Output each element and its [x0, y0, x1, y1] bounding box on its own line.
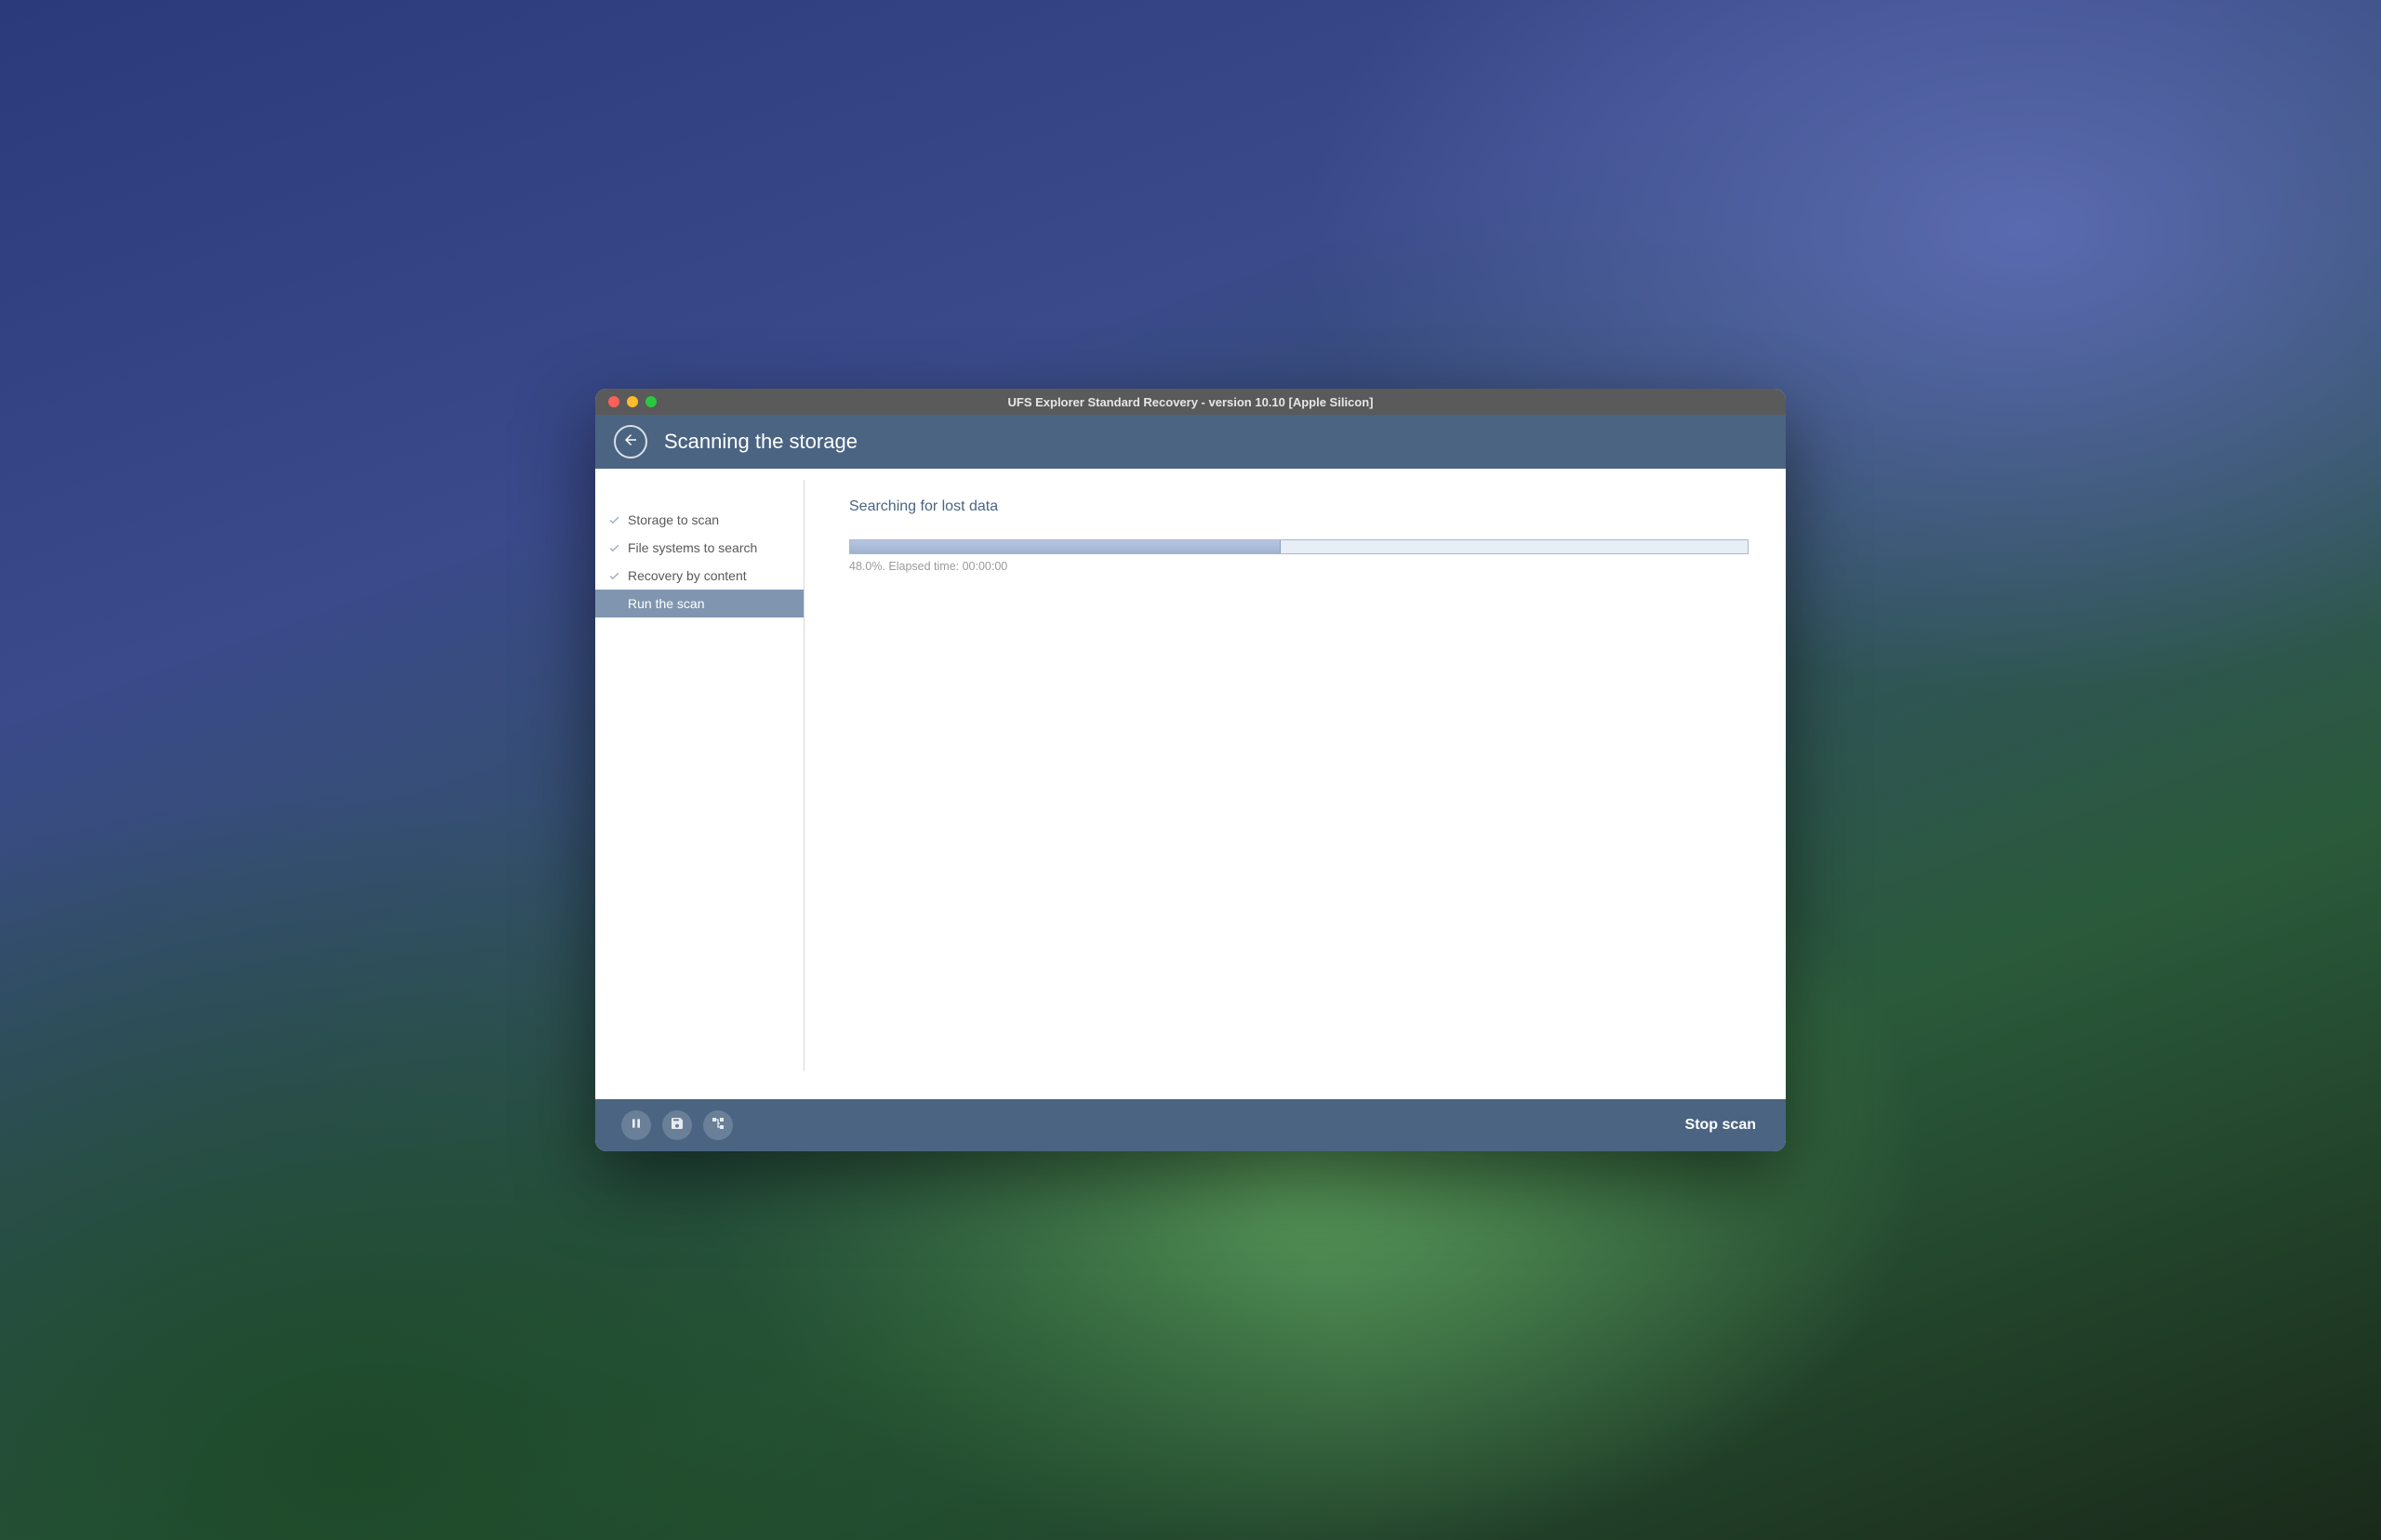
scan-progress-label: 48.0%. Elapsed time: 00:00:00: [849, 560, 1749, 573]
page-header: Scanning the storage: [595, 415, 1786, 469]
arrow-left-icon: [622, 431, 639, 453]
footer-bar: Stop scan: [595, 1099, 1786, 1151]
step-run-the-scan[interactable]: Run the scan: [595, 590, 804, 617]
check-icon: [608, 542, 620, 554]
scan-status-title: Searching for lost data: [849, 498, 1749, 515]
scan-progress-fill: [850, 540, 1281, 553]
app-window: UFS Explorer Standard Recovery - version…: [595, 389, 1786, 1151]
save-button[interactable]: [662, 1110, 692, 1140]
check-icon: [608, 514, 620, 526]
save-icon: [670, 1116, 685, 1135]
minimize-window-button[interactable]: [627, 396, 638, 407]
step-recovery-by-content[interactable]: Recovery by content: [595, 562, 804, 590]
step-file-systems-to-search[interactable]: File systems to search: [595, 534, 804, 562]
pause-button[interactable]: [621, 1110, 651, 1140]
wizard-steps-sidebar: Storage to scan File systems to search R…: [595, 480, 805, 1071]
step-label: Recovery by content: [628, 568, 747, 583]
main-panel: Searching for lost data 48.0%. Elapsed t…: [805, 469, 1786, 1099]
traffic-lights: [595, 396, 657, 407]
back-button[interactable]: [614, 425, 647, 458]
window-title: UFS Explorer Standard Recovery - version…: [595, 395, 1786, 409]
tree-button[interactable]: [703, 1110, 733, 1140]
check-icon: [608, 570, 620, 582]
window-titlebar[interactable]: UFS Explorer Standard Recovery - version…: [595, 389, 1786, 415]
page-title: Scanning the storage: [664, 430, 858, 454]
close-window-button[interactable]: [608, 396, 619, 407]
step-label: Storage to scan: [628, 512, 719, 527]
scan-progress-bar: [849, 539, 1749, 554]
zoom-window-button[interactable]: [645, 396, 657, 407]
content-area: Storage to scan File systems to search R…: [595, 469, 1786, 1099]
step-label: Run the scan: [628, 596, 705, 611]
pause-icon: [629, 1116, 644, 1135]
step-label: File systems to search: [628, 540, 757, 555]
step-storage-to-scan[interactable]: Storage to scan: [595, 506, 804, 534]
tree-icon: [711, 1116, 725, 1135]
stop-scan-button[interactable]: Stop scan: [1682, 1111, 1760, 1139]
